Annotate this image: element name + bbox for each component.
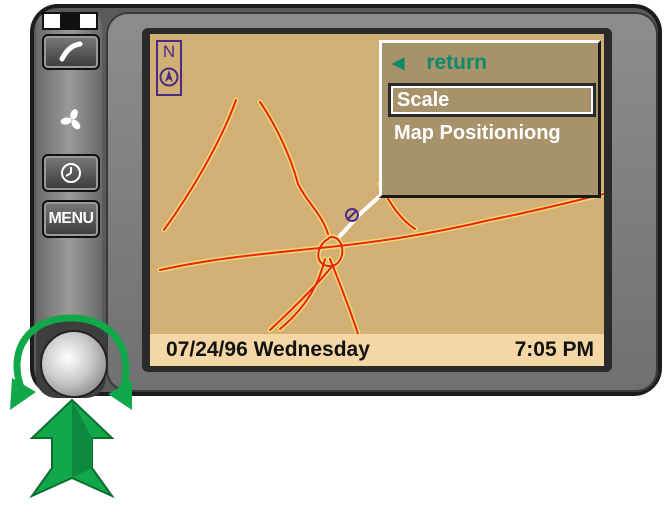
knob-gesture-overlay — [10, 314, 132, 499]
rotate-right-arrow-icon — [68, 314, 130, 396]
rotate-left-arrow-icon — [13, 314, 74, 394]
push-arrow-icon — [29, 398, 115, 499]
